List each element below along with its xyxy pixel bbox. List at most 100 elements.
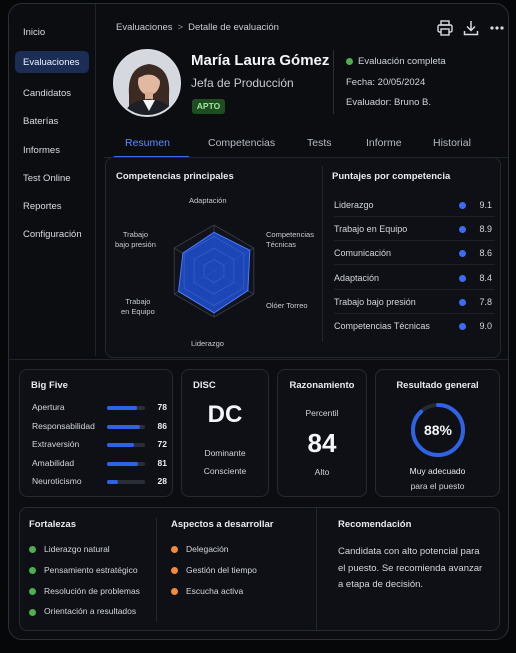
big-five-bar-fill <box>107 424 140 429</box>
reasoning-value: 84 <box>307 428 337 458</box>
develop-item: Escucha activa <box>171 586 243 596</box>
overall-card: Resultado general 88% Muy adecuado para … <box>375 369 500 497</box>
summary-divider-1 <box>156 518 157 622</box>
radar-label-ct-line1: Competencias <box>266 230 314 239</box>
disc-line2: Consciente <box>203 466 247 476</box>
sidebar-item-baterias[interactable]: Baterías <box>15 110 89 132</box>
score-dot-icon <box>459 202 466 209</box>
score-label: Adaptación <box>334 272 380 283</box>
score-row-divider <box>334 240 494 242</box>
status-dot-icon <box>346 57 353 65</box>
overall-line1: Muy adecuado <box>409 466 466 476</box>
score-dot-icon <box>459 323 466 330</box>
strengths-item: Orientación a resultados <box>29 606 136 616</box>
printer-icon[interactable] <box>435 18 455 38</box>
disc-code: DC <box>207 401 243 428</box>
sidebar-item-reportes[interactable]: Reportes <box>15 195 89 217</box>
big-five-row: Responsabilidad 86 <box>32 421 167 435</box>
tab-competencias[interactable]: Competencias <box>208 137 275 149</box>
tab-historial[interactable]: Historial <box>433 137 471 149</box>
sidebar-item-evaluaciones[interactable]: Evaluaciones <box>15 51 89 73</box>
evaluation-status: Evaluación completa <box>346 56 446 67</box>
score-row-divider <box>334 216 494 217</box>
score-label: Trabajo en Equipo <box>334 224 408 235</box>
avatar <box>113 49 181 117</box>
radar-label-right-bottom: Olóer Torreo <box>266 301 308 310</box>
bullet-icon <box>171 587 178 595</box>
score-value: 8.6 <box>479 248 492 259</box>
big-five-row: Amabilidad 81 <box>32 458 167 472</box>
develop-item-text: Gestión del tiempo <box>186 564 257 575</box>
big-five-bar-fill <box>107 461 138 466</box>
tab-informe[interactable]: Informe <box>366 137 402 149</box>
strengths-item: Pensamiento estratégico <box>29 565 138 575</box>
top-bar: Evaluaciones > Detalle de evaluación <box>104 4 508 52</box>
radar-label-te-line2: en Equipo <box>121 307 155 317</box>
big-five-bar-fill <box>107 443 135 447</box>
breadcrumb-current: Detalle de evaluación <box>188 22 279 33</box>
big-five-row: Neuroticismo 28 <box>32 476 167 490</box>
breadcrumb-separator: > <box>177 22 184 33</box>
radar-label-te-line1: Trabajo <box>125 297 151 306</box>
header-divider <box>333 50 334 114</box>
big-five-label: Responsabilidad <box>32 420 95 431</box>
develop-item: Gestión del tiempo <box>171 565 257 575</box>
score-row: Liderazgo 9.1 <box>332 195 496 217</box>
tab-tests[interactable]: Tests <box>307 137 332 149</box>
reasoning-level: Alto <box>314 467 330 477</box>
big-five-label: Extraversión <box>32 439 80 449</box>
sidebar-item-configuracion[interactable]: Configuración <box>15 223 89 245</box>
big-five-value: 86 <box>157 420 167 431</box>
big-five-label: Neuroticismo <box>32 476 82 486</box>
reasoning-label: Percentil <box>305 408 339 418</box>
evaluation-status-text: Evaluación completa <box>358 56 446 67</box>
strengths-item-text: Pensamiento estratégico <box>44 564 138 575</box>
big-five-title: Big Five <box>31 380 68 391</box>
radar-chart <box>173 224 255 318</box>
disc-title: DISC <box>193 380 216 391</box>
score-label: Trabajo bajo presión <box>334 296 416 307</box>
score-dot-icon <box>459 274 466 282</box>
download-icon[interactable] <box>461 18 481 38</box>
score-label: Liderazgo <box>334 200 374 210</box>
big-five-value: 72 <box>157 439 167 449</box>
bullet-icon <box>29 608 36 616</box>
reasoning-card: Razonamiento Percentil 84 Alto <box>277 369 367 497</box>
score-row: Competencias Técnicas 9.0 <box>332 316 496 338</box>
tab-bar: Resumen Competencias Tests Informe Histo… <box>104 130 508 158</box>
candidate-role: Jefa de Producción <box>191 76 294 90</box>
big-five-value: 81 <box>157 457 167 468</box>
score-value: 9.0 <box>479 321 492 331</box>
sidebar-item-inicio[interactable]: Inicio <box>15 21 89 43</box>
sidebar-item-candidatos[interactable]: Candidatos <box>15 82 89 104</box>
score-value: 9.1 <box>479 200 492 210</box>
radar-label-ct-line2: Técnicas <box>266 240 297 250</box>
score-value: 8.4 <box>479 272 492 283</box>
sidebar-item-informes[interactable]: Informes <box>15 139 89 161</box>
summary-panel: Fortalezas Liderazgo natural Pensamiento … <box>19 507 500 631</box>
more-icon[interactable] <box>487 18 507 38</box>
radar-label-trabajo-presion: Trabajo bajo presión <box>115 230 156 250</box>
score-label: Comunicación <box>334 248 392 259</box>
strengths-item: Resolución de problemas <box>29 586 140 596</box>
panel-divider <box>322 166 323 342</box>
bullet-icon <box>171 546 178 554</box>
big-five-value: 78 <box>157 402 167 412</box>
score-dot-icon <box>459 298 466 306</box>
status-badge: APTO <box>192 99 225 114</box>
radar-title: Competencias principales <box>116 171 234 182</box>
breadcrumb-parent[interactable]: Evaluaciones <box>116 22 173 33</box>
overall-title: Resultado general <box>396 380 479 391</box>
score-row: Adaptación 8.4 <box>332 268 496 290</box>
develop-item: Delegación <box>171 544 229 554</box>
develop-item-text: Escucha activa <box>186 585 244 596</box>
tab-resumen[interactable]: Resumen <box>125 137 170 149</box>
radar-label-competencias-tecnicas: Competencias Técnicas <box>266 230 314 250</box>
section-divider <box>9 359 508 360</box>
radar-label-trabajo-equipo: Trabajo en Equipo <box>121 297 155 317</box>
score-dot-icon <box>459 250 466 258</box>
radar-label-tp-line1: Trabajo <box>122 230 149 239</box>
disc-line1: Dominante <box>204 448 246 458</box>
scores-title: Puntajes por competencia <box>332 171 451 182</box>
sidebar-item-test-online[interactable]: Test Online <box>15 167 89 189</box>
